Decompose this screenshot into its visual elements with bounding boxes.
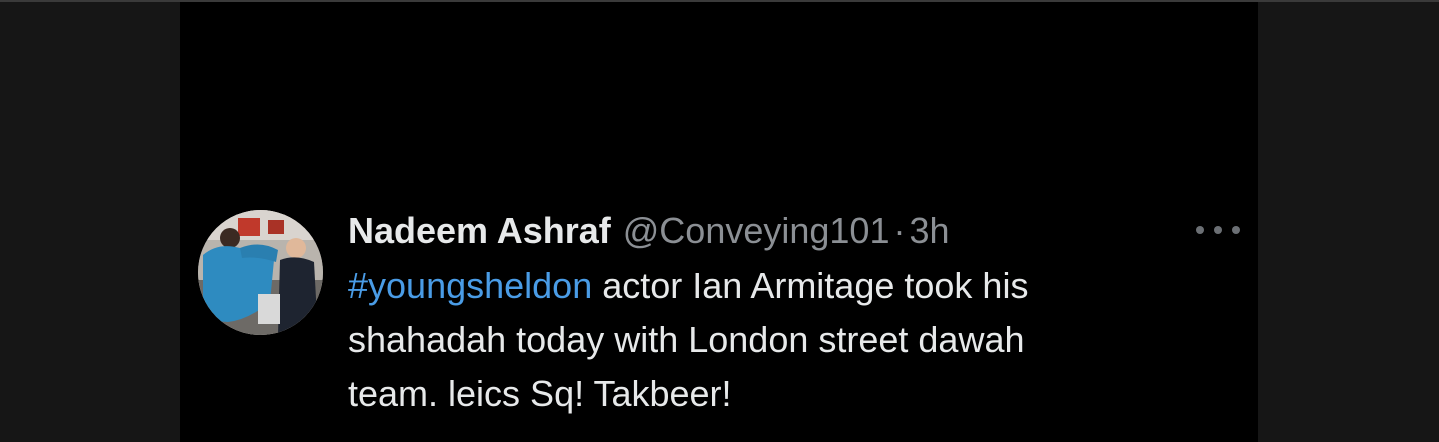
tweet-text-line-3: team. leics Sq! Takbeer! (348, 373, 732, 414)
tweet-text: #youngsheldon actor Ian Armitage took hi… (348, 259, 1208, 421)
timestamp[interactable]: 3h (909, 205, 949, 257)
menu-dot (1196, 226, 1204, 234)
tweet-text-segment: actor Ian Armitage took his (592, 265, 1029, 306)
tweet-text-line-2: shahadah today with London street dawah (348, 319, 1025, 360)
tweet-header: Nadeem Ashraf @Conveying101 · 3h (348, 205, 1208, 257)
avatar-photo-icon (198, 210, 323, 335)
tweet-card[interactable]: Nadeem Ashraf @Conveying101 · 3h #youngs… (180, 2, 1258, 442)
screenshot-frame: Nadeem Ashraf @Conveying101 · 3h #youngs… (0, 0, 1439, 442)
separator-dot: · (893, 210, 906, 251)
tweet-content: Nadeem Ashraf @Conveying101 · 3h #youngs… (348, 205, 1208, 421)
hashtag-link[interactable]: #youngsheldon (348, 265, 592, 306)
menu-dot (1214, 226, 1222, 234)
avatar[interactable] (198, 210, 323, 335)
user-handle[interactable]: @Conveying101 (623, 205, 890, 257)
ellipsis-horizontal-icon[interactable] (1196, 220, 1240, 240)
menu-dot (1232, 226, 1240, 234)
tweet-text-line-1: #youngsheldon actor Ian Armitage took hi… (348, 259, 1208, 313)
display-name[interactable]: Nadeem Ashraf (348, 205, 611, 257)
